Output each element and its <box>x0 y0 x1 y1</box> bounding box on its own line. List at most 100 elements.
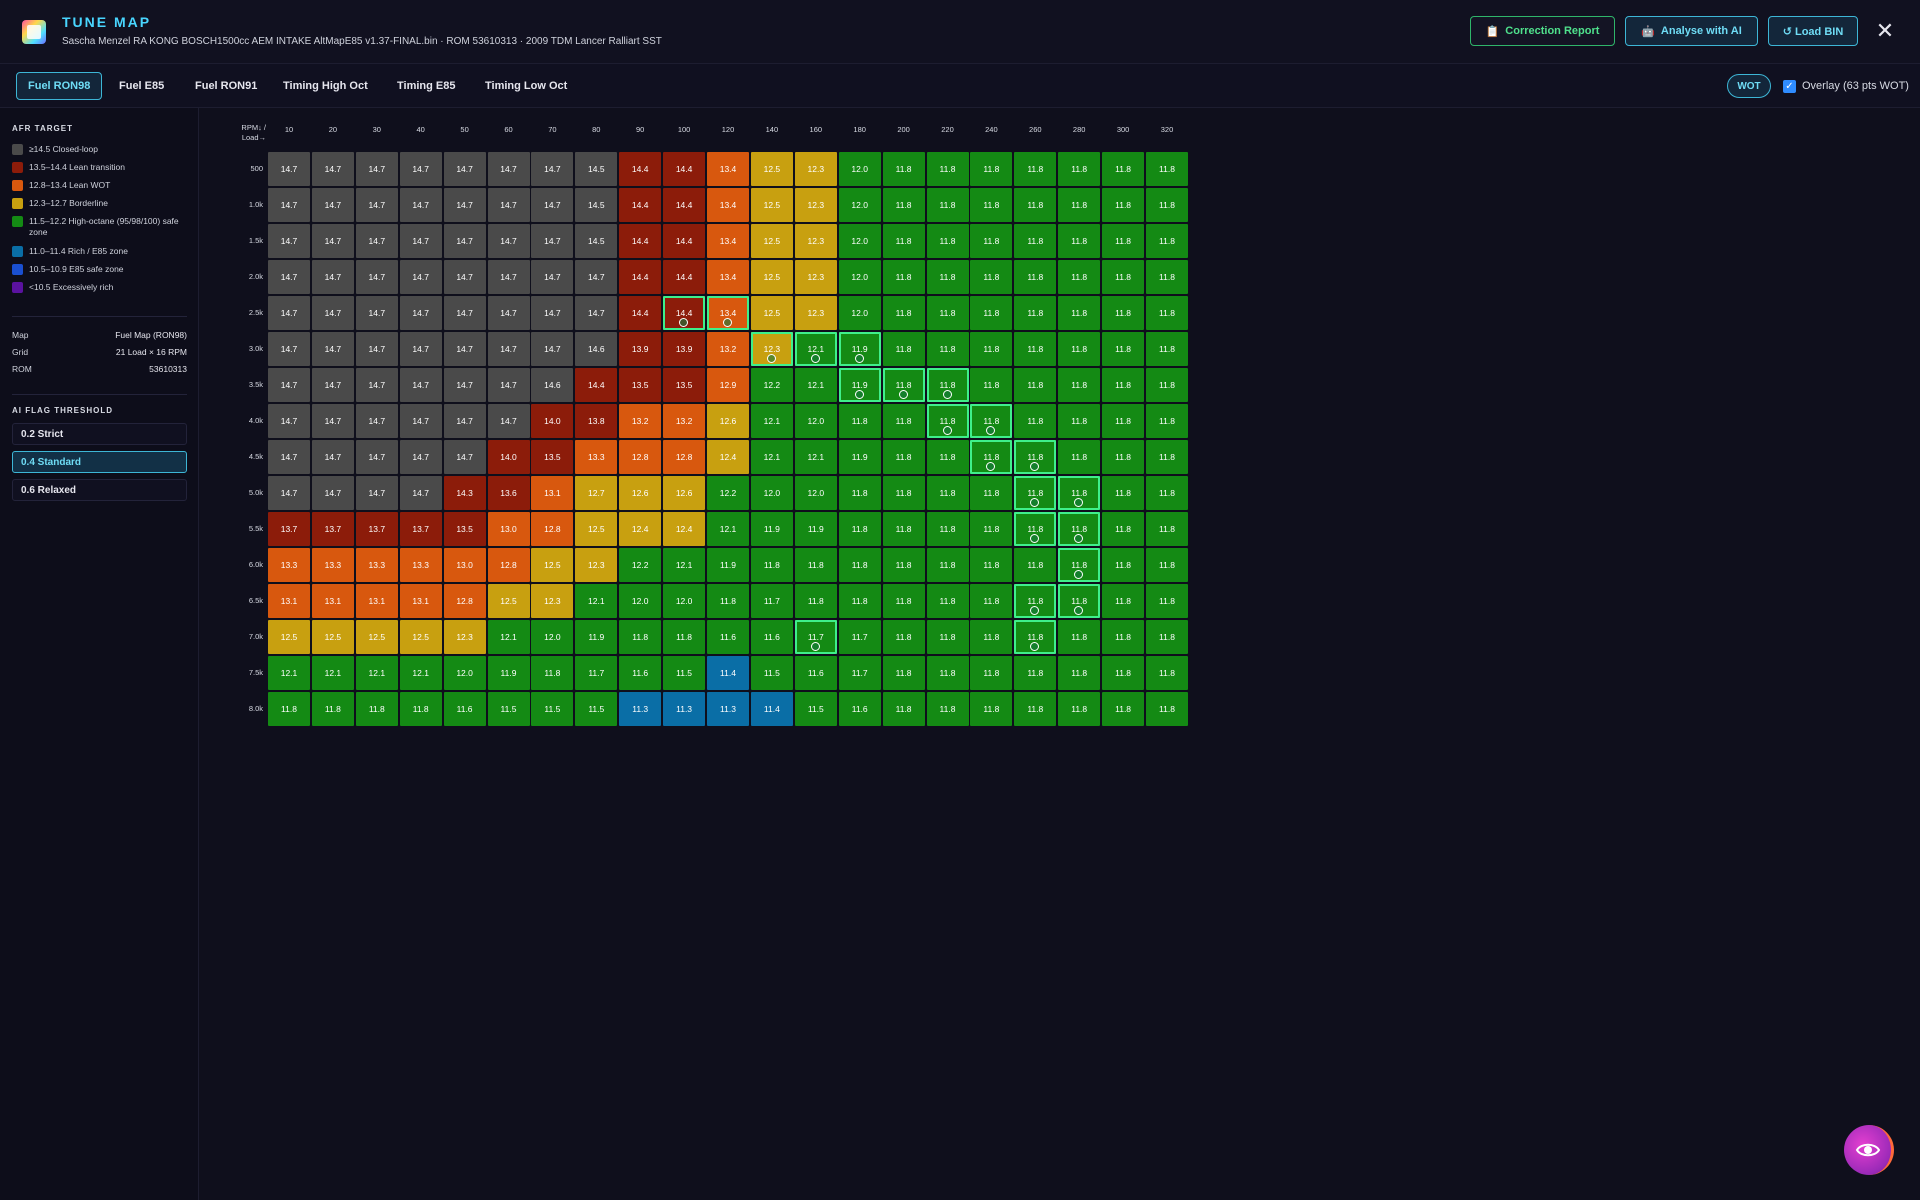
map-cell[interactable]: 11.8 <box>355 692 398 726</box>
map-cell[interactable]: 14.4 <box>619 188 662 222</box>
map-cell[interactable]: 13.3 <box>575 440 618 474</box>
map-cell[interactable]: 14.7 <box>311 440 354 474</box>
map-cell[interactable]: 11.6 <box>707 620 749 654</box>
map-cell[interactable]: 14.7 <box>355 404 398 438</box>
map-cell[interactable]: 14.7 <box>268 440 310 474</box>
map-cell-flagged[interactable]: 11.8 <box>1058 584 1101 618</box>
map-cell[interactable]: 12.4 <box>707 440 749 474</box>
map-cell[interactable]: 11.5 <box>794 692 837 726</box>
map-cell[interactable]: 12.5 <box>268 620 310 654</box>
map-cell[interactable]: 14.7 <box>487 368 530 402</box>
map-cell[interactable]: 14.4 <box>663 152 706 186</box>
map-cell[interactable]: 12.7 <box>575 476 618 510</box>
map-cell[interactable]: 14.4 <box>619 224 662 258</box>
map-cell[interactable]: 13.0 <box>443 548 486 582</box>
map-cell[interactable]: 11.9 <box>794 512 837 546</box>
map-cell[interactable]: 14.7 <box>443 260 486 294</box>
map-cell[interactable]: 14.7 <box>399 260 442 294</box>
map-cell[interactable]: 11.8 <box>882 692 925 726</box>
map-cell[interactable]: 11.8 <box>970 224 1013 258</box>
map-cell[interactable]: 11.8 <box>926 548 969 582</box>
map-cell[interactable]: 11.8 <box>1014 188 1057 222</box>
map-cell[interactable]: 12.5 <box>750 260 793 294</box>
map-cell[interactable]: 14.7 <box>268 404 310 438</box>
map-cell[interactable]: 13.7 <box>311 512 354 546</box>
map-cell[interactable]: 11.8 <box>1102 296 1145 330</box>
map-cell[interactable]: 12.1 <box>399 656 442 690</box>
map-cell[interactable]: 13.3 <box>311 548 354 582</box>
map-cell[interactable]: 11.8 <box>399 692 442 726</box>
map-cell-flagged[interactable]: 11.8 <box>970 404 1013 438</box>
map-cell[interactable]: 12.1 <box>707 512 749 546</box>
map-cell[interactable]: 14.7 <box>355 476 398 510</box>
map-cell-flagged[interactable]: 12.3 <box>750 332 793 366</box>
map-cell[interactable]: 14.4 <box>663 188 706 222</box>
map-cell[interactable]: 13.3 <box>268 548 310 582</box>
map-cell[interactable]: 11.8 <box>1102 188 1145 222</box>
map-cell[interactable]: 14.7 <box>311 296 354 330</box>
map-cell[interactable]: 11.5 <box>575 692 618 726</box>
map-cell[interactable]: 11.8 <box>970 152 1013 186</box>
map-cell[interactable]: 14.4 <box>619 152 662 186</box>
map-cell[interactable]: 11.8 <box>926 152 969 186</box>
map-cell[interactable]: 11.8 <box>1014 656 1057 690</box>
map-cell[interactable]: 12.6 <box>663 476 706 510</box>
map-cell[interactable]: 11.7 <box>575 656 618 690</box>
wot-badge[interactable]: WOT <box>1727 74 1771 98</box>
analyse-ai-button[interactable]: 🤖 Analyse with AI <box>1625 16 1758 46</box>
map-cell[interactable]: 11.8 <box>1102 332 1145 366</box>
map-cell[interactable]: 11.8 <box>882 548 925 582</box>
map-cell[interactable]: 12.0 <box>443 656 486 690</box>
map-cell[interactable]: 12.5 <box>531 548 574 582</box>
map-cell[interactable]: 13.4 <box>707 260 749 294</box>
map-cell[interactable]: 11.8 <box>838 404 881 438</box>
load-bin-button[interactable]: ↺ Load BIN <box>1768 16 1858 46</box>
map-cell[interactable]: 12.8 <box>531 512 574 546</box>
map-cell[interactable]: 11.8 <box>926 512 969 546</box>
map-cell[interactable]: 13.9 <box>619 332 662 366</box>
map-cell-flagged[interactable]: 11.9 <box>838 332 881 366</box>
map-cell[interactable]: 11.8 <box>1058 260 1101 294</box>
map-cell[interactable]: 13.5 <box>443 512 486 546</box>
map-cell[interactable]: 14.7 <box>443 296 486 330</box>
map-cell[interactable]: 12.1 <box>487 620 530 654</box>
map-cell[interactable]: 12.3 <box>443 620 486 654</box>
map-cell[interactable]: 11.8 <box>1058 152 1101 186</box>
map-cell[interactable]: 12.5 <box>311 620 354 654</box>
map-cell[interactable]: 11.8 <box>926 260 969 294</box>
map-cell[interactable]: 14.7 <box>443 368 486 402</box>
map-cell[interactable]: 12.3 <box>575 548 618 582</box>
map-cell[interactable]: 11.8 <box>1014 152 1057 186</box>
map-cell[interactable]: 14.7 <box>355 224 398 258</box>
map-cell[interactable]: 14.7 <box>355 440 398 474</box>
map-cell[interactable]: 12.2 <box>750 368 793 402</box>
map-cell[interactable]: 11.8 <box>1146 332 1188 366</box>
map-cell[interactable]: 14.7 <box>487 188 530 222</box>
map-cell[interactable]: 14.7 <box>268 260 310 294</box>
map-cell[interactable]: 12.5 <box>750 188 793 222</box>
map-cell[interactable]: 11.8 <box>1102 584 1145 618</box>
map-cell[interactable]: 12.1 <box>311 656 354 690</box>
tab-fuel-ron91[interactable]: Fuel RON91 <box>184 72 268 100</box>
map-cell[interactable]: 14.7 <box>399 296 442 330</box>
map-cell[interactable]: 11.6 <box>838 692 881 726</box>
map-cell[interactable]: 11.8 <box>882 152 925 186</box>
map-cell[interactable]: 12.5 <box>575 512 618 546</box>
map-cell[interactable]: 11.8 <box>1146 512 1188 546</box>
map-cell[interactable]: 14.7 <box>487 152 530 186</box>
map-cell[interactable]: 14.7 <box>487 260 530 294</box>
map-cell[interactable]: 12.1 <box>750 440 793 474</box>
map-cell-flagged[interactable]: 11.8 <box>970 440 1013 474</box>
map-cell-flagged[interactable]: 11.8 <box>1014 620 1057 654</box>
map-cell[interactable]: 11.8 <box>1102 476 1145 510</box>
map-cell[interactable]: 14.7 <box>575 260 618 294</box>
map-cell[interactable]: 14.7 <box>531 332 574 366</box>
map-cell[interactable]: 14.7 <box>355 368 398 402</box>
map-cell[interactable]: 11.8 <box>838 512 881 546</box>
map-cell[interactable]: 12.8 <box>619 440 662 474</box>
map-cell[interactable]: 12.1 <box>794 368 837 402</box>
map-cell[interactable]: 11.8 <box>926 296 969 330</box>
map-cell[interactable]: 11.9 <box>750 512 793 546</box>
map-cell[interactable]: 14.7 <box>531 260 574 294</box>
map-cell[interactable]: 12.3 <box>794 224 837 258</box>
